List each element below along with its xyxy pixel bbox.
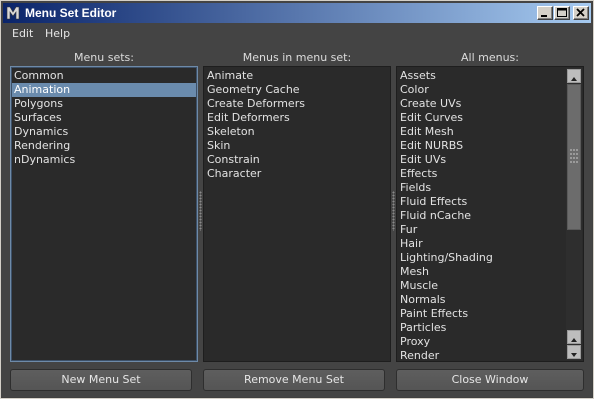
scroll-up-button[interactable]: [567, 69, 581, 83]
list-item[interactable]: Skin: [205, 139, 389, 153]
menu-sets-list[interactable]: Common Animation Polygons Surfaces Dynamics R…: [10, 66, 198, 362]
list-item[interactable]: Normals: [398, 293, 565, 307]
list-item[interactable]: Paint Effects: [398, 307, 565, 321]
maximize-icon: [557, 8, 567, 17]
close-icon: [576, 8, 585, 17]
menu-edit[interactable]: Edit: [12, 27, 33, 41]
menu-set-editor-window: Menu Set Editor Edit Help Menu sets: Men…: [0, 0, 594, 399]
list-item[interactable]: Hair: [398, 237, 565, 251]
window-title: Menu Set Editor: [25, 6, 117, 20]
list-item[interactable]: Constrain: [205, 153, 389, 167]
list-item[interactable]: Dynamics: [12, 125, 196, 139]
maya-app-icon[interactable]: [6, 5, 20, 21]
chevron-down-icon: [571, 353, 577, 357]
menu-help[interactable]: Help: [45, 27, 70, 41]
scroll-down-button[interactable]: [567, 345, 581, 359]
menu-bar: Edit Help: [3, 24, 591, 44]
new-menu-set-button[interactable]: New Menu Set: [10, 369, 192, 391]
list-item[interactable]: Edit UVs: [398, 153, 565, 167]
maximize-button[interactable]: [554, 6, 570, 20]
close-window-button[interactable]: Close Window: [396, 369, 584, 391]
remove-menu-set-button[interactable]: Remove Menu Set: [203, 369, 385, 391]
scroll-up-button-lower[interactable]: [567, 330, 581, 344]
menu-sets-items: Common Animation Polygons Surfaces Dynamics R…: [12, 69, 196, 167]
menus-in-set-header: Menus in menu set:: [242, 51, 352, 64]
all-menus-scrollbar[interactable]: [566, 68, 582, 360]
minimize-icon: [541, 15, 547, 17]
list-item[interactable]: Create Deformers: [205, 97, 389, 111]
list-item[interactable]: Animate: [205, 69, 389, 83]
list-item[interactable]: Particles: [398, 321, 565, 335]
list-item[interactable]: Edit Curves: [398, 111, 565, 125]
list-item[interactable]: Animation: [12, 83, 196, 97]
list-item[interactable]: Geometry Cache: [205, 83, 389, 97]
list-item[interactable]: Skeleton: [205, 125, 389, 139]
all-menus-list[interactable]: Assets Color Create UVs Edit Curves Edit Mes…: [396, 66, 584, 362]
list-item[interactable]: Surfaces: [12, 111, 196, 125]
list-item[interactable]: Effects: [398, 167, 565, 181]
splitter-handle-right[interactable]: [392, 191, 395, 231]
all-menus-items: Assets Color Create UVs Edit Curves Edit Mes…: [398, 69, 565, 361]
splitter-handle-left[interactable]: [199, 191, 202, 231]
list-item[interactable]: Edit Mesh: [398, 125, 565, 139]
list-item[interactable]: Fluid Effects: [398, 195, 565, 209]
list-item[interactable]: Render: [398, 349, 565, 361]
grip-icon: [570, 149, 578, 163]
title-bar[interactable]: Menu Set Editor: [3, 3, 591, 23]
list-item[interactable]: Character: [205, 167, 389, 181]
all-menus-header: All menus:: [461, 51, 519, 64]
list-item[interactable]: Muscle: [398, 279, 565, 293]
list-item[interactable]: Fields: [398, 181, 565, 195]
minimize-button[interactable]: [537, 6, 553, 20]
menus-in-set-items: Animate Geometry Cache Create Deformers Edi…: [205, 69, 389, 181]
list-item[interactable]: Proxy: [398, 335, 565, 349]
list-item[interactable]: Mesh: [398, 265, 565, 279]
list-item[interactable]: nDynamics: [12, 153, 196, 167]
list-item[interactable]: Fluid nCache: [398, 209, 565, 223]
list-item[interactable]: Create UVs: [398, 97, 565, 111]
list-item[interactable]: Color: [398, 83, 565, 97]
list-item[interactable]: Assets: [398, 69, 565, 83]
list-item[interactable]: Edit NURBS: [398, 139, 565, 153]
list-item[interactable]: Polygons: [12, 97, 196, 111]
close-button[interactable]: [573, 6, 589, 20]
list-item[interactable]: Rendering: [12, 139, 196, 153]
list-item[interactable]: Edit Deformers: [205, 111, 389, 125]
list-item[interactable]: Common: [12, 69, 196, 83]
menus-in-set-list[interactable]: Animate Geometry Cache Create Deformers Edi…: [203, 66, 391, 362]
menu-sets-header: Menu sets:: [74, 51, 134, 64]
list-item[interactable]: Fur: [398, 223, 565, 237]
list-item[interactable]: Lighting/Shading: [398, 251, 565, 265]
scrollbar-thumb[interactable]: [567, 84, 581, 230]
